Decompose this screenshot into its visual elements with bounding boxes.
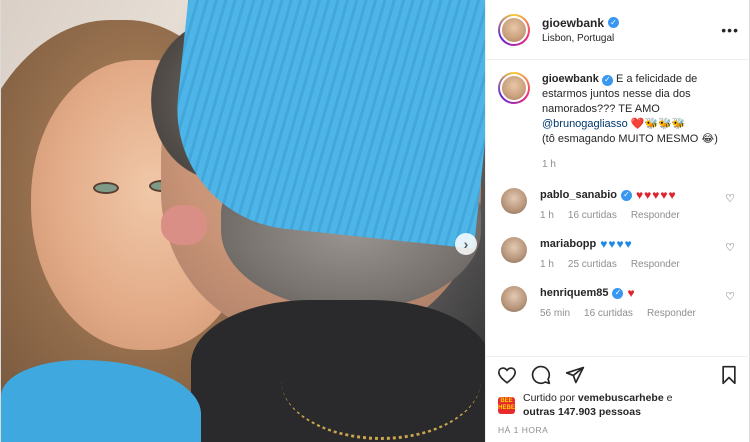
liked-by-row: BEE HEBE Curtido por vemebuscarhebe e out…: [486, 387, 750, 419]
reply-button[interactable]: Responder: [631, 259, 680, 270]
caption-avatar[interactable]: [498, 72, 530, 104]
liked-by-others[interactable]: outras 147.903 pessoas: [523, 406, 641, 418]
verified-icon: ✓: [612, 287, 624, 299]
verified-icon: ✓: [608, 17, 620, 28]
instagram-post: › gioewbank ✓ Lisbon, Portugal ••• gioew…: [0, 0, 750, 442]
more-options-icon[interactable]: •••: [721, 22, 739, 38]
reply-button[interactable]: Responder: [647, 308, 696, 319]
author-username[interactable]: gioewbank ✓: [542, 16, 620, 30]
comment-text-line: pablo_sanabio ✓ ♥♥♥♥♥: [540, 188, 730, 202]
post-photo[interactable]: ›: [1, 0, 485, 442]
comment-likes[interactable]: 25 curtidas: [568, 259, 617, 270]
photo-eye: [93, 182, 119, 194]
post-caption: gioewbank ✓ E a felicidade de estarmos j…: [498, 72, 735, 172]
comment-avatar[interactable]: [501, 188, 527, 214]
comment-body: pablo_sanabio ✓ ♥♥♥♥♥ 1 h 16 curtidas Re…: [540, 188, 730, 221]
liked-by-user[interactable]: vemebuscarhebe: [578, 392, 664, 404]
verified-icon: ✓: [621, 189, 633, 201]
comment-item: mariabopp ♥♥♥♥ 1 h 25 curtidas Responder…: [498, 237, 735, 270]
comment-body: mariabopp ♥♥♥♥ 1 h 25 curtidas Responder: [540, 237, 730, 270]
liked-by-text: Curtido por vemebuscarhebe e outras 147.…: [523, 391, 672, 419]
comment-username[interactable]: pablo_sanabio: [540, 188, 617, 202]
share-icon[interactable]: [564, 364, 586, 386]
comment-body: henriquem85 ✓ ♥ 56 min 16 curtidas Respo…: [540, 286, 730, 319]
photo-gold-chain: [281, 320, 481, 440]
post-header: gioewbank ✓ Lisbon, Portugal •••: [486, 0, 749, 60]
heart-icon[interactable]: ♡: [725, 290, 735, 303]
post-side-panel: gioewbank ✓ Lisbon, Portugal ••• gioewba…: [485, 0, 750, 442]
comment-username[interactable]: mariabopp: [540, 237, 596, 251]
avatar-image: [500, 15, 528, 44]
comment-item: henriquem85 ✓ ♥ 56 min 16 curtidas Respo…: [498, 286, 735, 319]
comment-icon[interactable]: [530, 364, 552, 386]
comment-meta: 1 h 25 curtidas Responder: [540, 259, 730, 270]
comment-avatar[interactable]: [501, 286, 527, 312]
comment-meta: 56 min 16 curtidas Responder: [540, 308, 730, 319]
caption-emojis: ❤️🐝🐝🐝: [630, 118, 686, 130]
comment-likes[interactable]: 16 curtidas: [568, 210, 617, 221]
post-time-ago[interactable]: HÁ 1 HORA: [486, 419, 750, 441]
avatar-image: [500, 74, 528, 102]
comment-username[interactable]: henriquem85: [540, 286, 608, 300]
verified-icon: ✓: [601, 74, 613, 86]
bookmark-icon[interactable]: [718, 364, 740, 386]
comment-time[interactable]: 56 min: [540, 308, 570, 319]
heart-icon[interactable]: ♡: [725, 192, 735, 205]
comment-text: ♥: [627, 286, 636, 300]
comment-time[interactable]: 1 h: [540, 259, 554, 270]
comment-likes[interactable]: 16 curtidas: [584, 308, 633, 319]
reply-button[interactable]: Responder: [631, 210, 680, 221]
header-text: gioewbank ✓ Lisbon, Portugal: [542, 16, 620, 44]
comment-text: ♥♥♥♥♥: [636, 188, 677, 202]
action-icons: [486, 357, 750, 387]
author-avatar[interactable]: [498, 13, 530, 46]
photo-woman-lips: [161, 205, 207, 245]
comments-section: gioewbank ✓ E a felicidade de estarmos j…: [486, 60, 749, 356]
post-actions: BEE HEBE Curtido por vemebuscarhebe e out…: [486, 356, 750, 442]
author-username-label[interactable]: gioewbank: [542, 16, 604, 30]
post-location[interactable]: Lisbon, Portugal: [542, 33, 619, 44]
comment-meta: 1 h 16 curtidas Responder: [540, 210, 730, 221]
comment-item: pablo_sanabio ✓ ♥♥♥♥♥ 1 h 16 curtidas Re…: [498, 188, 735, 221]
comment-avatar[interactable]: [501, 237, 527, 263]
chevron-right-icon[interactable]: ›: [455, 233, 477, 255]
liked-by-prefix: Curtido por: [523, 392, 575, 404]
heart-icon[interactable]: [496, 364, 518, 386]
caption-body: gioewbank ✓ E a felicidade de estarmos j…: [542, 72, 735, 172]
heart-icon[interactable]: ♡: [725, 241, 735, 254]
comment-text-line: mariabopp ♥♥♥♥: [540, 237, 730, 251]
comment-text: ♥♥♥♥: [600, 237, 633, 251]
liked-by-avatar[interactable]: BEE HEBE: [498, 396, 515, 414]
caption-username[interactable]: gioewbank: [542, 73, 599, 85]
caption-time[interactable]: 1 h: [542, 157, 735, 172]
caption-suffix: (tô esmagando MUITO MESMO 😂): [542, 133, 718, 145]
liked-by-middle: e: [666, 392, 673, 404]
comment-time[interactable]: 1 h: [540, 210, 554, 221]
comment-text-line: henriquem85 ✓ ♥: [540, 286, 730, 300]
caption-mention[interactable]: @brunogagliasso: [542, 118, 628, 130]
